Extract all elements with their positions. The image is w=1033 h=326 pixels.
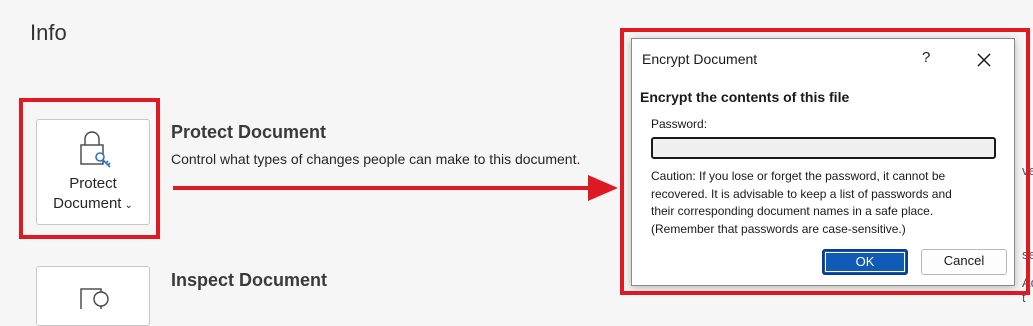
protect-document-title: Protect Document	[171, 122, 327, 142]
protect-document-description: Control what types of changes people can…	[171, 151, 581, 167]
caution-text: Caution: If you lose or forget the passw…	[651, 168, 1001, 238]
cancel-button[interactable]: Cancel	[921, 249, 1007, 275]
caution-line: recovered. It is advisable to keep a lis…	[651, 186, 952, 201]
inspect-document-icon	[80, 288, 109, 309]
caution-line: (Remember that passwords are case-sensit…	[651, 221, 906, 236]
ok-button[interactable]: OK	[822, 249, 908, 275]
inspect-document-title: Inspect Document	[171, 270, 328, 290]
inspect-document-button[interactable]	[36, 266, 150, 326]
highlight-protect-button	[19, 98, 160, 239]
password-label: Password:	[651, 117, 708, 131]
red-arrow-icon	[173, 175, 618, 201]
help-button[interactable]: ?	[922, 49, 930, 66]
page-title: Info	[30, 20, 67, 45]
close-icon[interactable]	[972, 49, 996, 71]
caution-line: Caution: If you lose or forget the passw…	[651, 169, 946, 183]
dialog-title: Encrypt Document	[642, 51, 758, 67]
password-input[interactable]	[651, 137, 996, 159]
encrypt-document-dialog: Encrypt Document ? Encrypt the contents …	[631, 38, 1015, 286]
caution-line: their corresponding document names in a …	[651, 204, 934, 218]
dialog-heading: Encrypt the contents of this file	[640, 89, 850, 105]
